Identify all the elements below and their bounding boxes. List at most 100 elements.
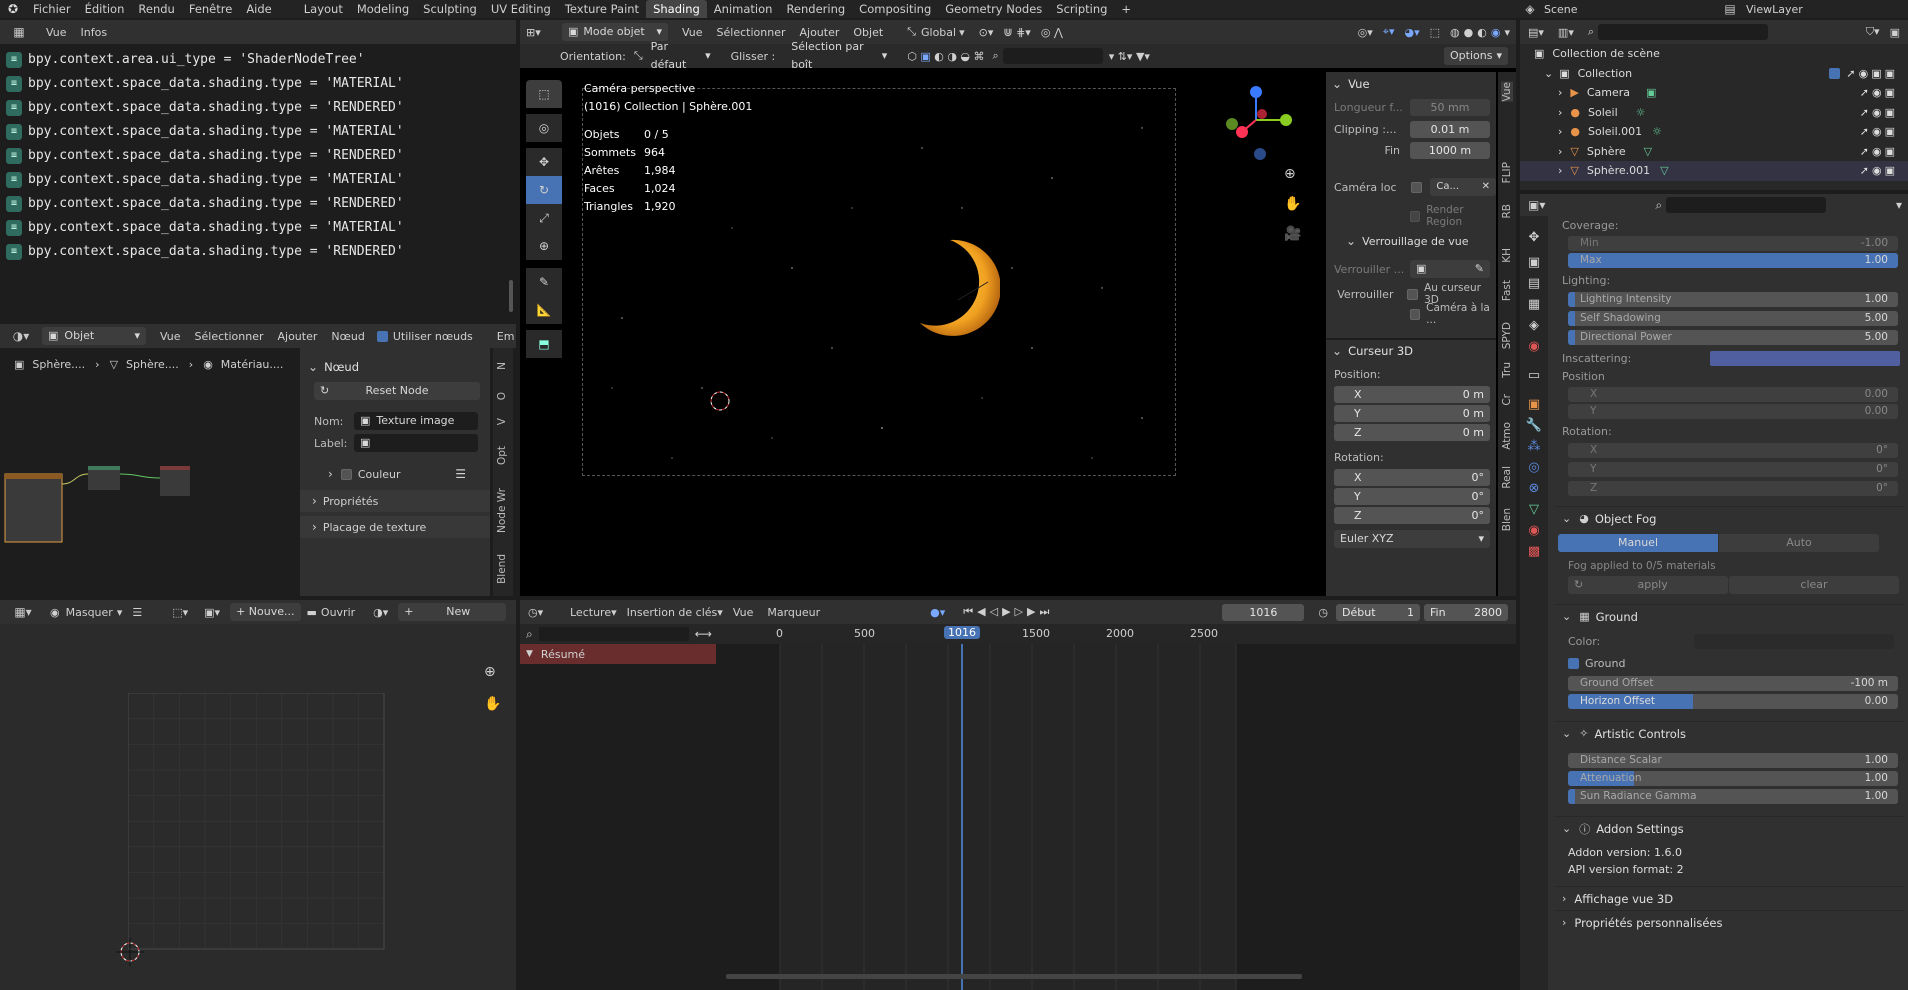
info-menu-view[interactable]: Vue	[46, 26, 67, 39]
tab-fast[interactable]: Fast	[1501, 280, 1513, 301]
cursor-x-field[interactable]: X0 m	[1334, 386, 1490, 403]
move-tool-icon[interactable]: ✥	[526, 148, 562, 176]
camera-view-icon[interactable]: 🎥	[1284, 226, 1301, 242]
editor-type-icon[interactable]: ▣▾	[1528, 198, 1545, 212]
tab-blend[interactable]: Blend	[496, 554, 508, 584]
tab-blen[interactable]: Blen	[1501, 508, 1513, 531]
outliner-item-sphere[interactable]: › ▽ Sphère ▽ ➚◉▣	[1520, 142, 1908, 162]
transform-tool-icon[interactable]: ⊕	[526, 232, 562, 260]
outliner-item-camera[interactable]: › ▶ Camera ▣ ➚◉▣	[1520, 83, 1908, 103]
new-collection-icon[interactable]: ▣	[1890, 26, 1900, 39]
color-panel-header[interactable]: › Couleur ☰	[300, 464, 490, 484]
view-lock-header[interactable]: ⌄ Verrouillage de vue	[1326, 230, 1496, 252]
tab-view[interactable]: Vue	[1501, 82, 1513, 102]
inscattering-color[interactable]	[1710, 350, 1900, 366]
timeline-menu-view[interactable]: Vue	[733, 606, 754, 619]
shading-rendered-icon[interactable]: ◉	[1491, 26, 1501, 39]
filter-icon[interactable]: ⛉▾	[1866, 25, 1880, 39]
tool-tab-icon[interactable]: ✥	[1520, 230, 1548, 245]
lock-camera-checkbox[interactable]	[1410, 308, 1421, 320]
new-image-button[interactable]: + Nouve...	[230, 603, 301, 621]
outliner-item-sun[interactable]: › ● Soleil ☼ ➚◉▣	[1520, 103, 1908, 123]
mask-browse-icon[interactable]: ◑▾	[373, 606, 388, 619]
menu-help[interactable]: Aide	[239, 0, 278, 18]
tab-o[interactable]: O	[496, 392, 508, 400]
list-icon[interactable]: ☰	[455, 467, 466, 481]
scale-tool-icon[interactable]: ⤢	[526, 204, 562, 232]
select-box-tool-icon[interactable]: ⬚	[526, 80, 562, 108]
tab-node-wrangler[interactable]: Node Wr	[496, 488, 508, 533]
log-line[interactable]: ≡ bpy.context.space_data.shading.type = '…	[0, 240, 516, 264]
texture-mapping-header[interactable]: › Placage de texture	[300, 516, 490, 538]
tab-compositing[interactable]: Compositing	[852, 0, 938, 18]
pivot-icon[interactable]: ⬚▾	[172, 606, 188, 619]
editor-type-icon[interactable]: ▦	[8, 25, 30, 39]
options-dropdown-icons[interactable]: ▾ ⇅▾ ▼▾	[1109, 50, 1150, 63]
cursor-rot-y-field[interactable]: Y 0°	[1334, 488, 1490, 505]
editor-type-icon[interactable]: ◑▾	[8, 329, 34, 343]
shading-wireframe-icon[interactable]: ◍	[1450, 26, 1460, 39]
timeline-search-field[interactable]	[538, 627, 689, 641]
2d-cursor-icon[interactable]	[116, 938, 144, 966]
3d-cursor-icon[interactable]	[708, 389, 732, 413]
tab-texture-paint[interactable]: Texture Paint	[558, 0, 646, 18]
addon-settings-panel-header[interactable]: ⌄ ⓘ Addon Settings	[1554, 816, 1904, 840]
pivot-icon[interactable]: ⊙▾	[979, 26, 994, 39]
tool-search-field[interactable]	[1002, 48, 1103, 64]
collection-tab-icon[interactable]: ▭	[1520, 368, 1548, 383]
material-tab-icon[interactable]: ◉	[1520, 523, 1548, 538]
directional-power-slider[interactable]: Directional Power 5.00	[1568, 330, 1898, 345]
rotation-z-slider[interactable]: Z 0°	[1568, 481, 1898, 496]
lighting-intensity-slider[interactable]: Lighting Intensity 1.00	[1568, 292, 1898, 307]
pin-icon[interactable]: ▾	[1896, 198, 1902, 212]
tab-spyd[interactable]: SPYD	[1501, 322, 1513, 349]
editor-type-icon[interactable]: ⊞▾	[526, 26, 556, 39]
cursor-panel-header[interactable]: ⌄ Curseur 3D	[1326, 338, 1496, 362]
eyedropper-icon[interactable]: ✎	[1475, 260, 1484, 278]
start-frame-field[interactable]: Début 1	[1336, 603, 1420, 621]
options-button[interactable]: Options ▾	[1444, 47, 1508, 65]
rotation-x-slider[interactable]: X 0°	[1568, 443, 1898, 458]
node-menu-view[interactable]: Vue	[160, 330, 181, 343]
tab-cr[interactable]: Cr	[1501, 394, 1513, 406]
restrict-icons[interactable]: ➚◉▣	[1860, 145, 1898, 158]
node-panel-header[interactable]: ⌄ Nœud	[300, 354, 490, 380]
add-workspace-icon[interactable]: +	[1114, 0, 1138, 18]
camera-lock-checkbox[interactable]	[1411, 181, 1423, 193]
scene-selector[interactable]: ◈ Scene	[1520, 0, 1670, 18]
constraints-tab-icon[interactable]: ⊗	[1520, 481, 1548, 496]
coverage-min-slider[interactable]: Min -1.00	[1568, 236, 1898, 251]
tab-modeling[interactable]: Modeling	[350, 0, 416, 18]
horizon-offset-slider[interactable]: Horizon Offset 0.00	[1568, 694, 1898, 709]
snap-icon[interactable]: ⋓ ⋕▾	[1003, 26, 1030, 39]
editor-type-icon[interactable]: ▤▾	[1528, 26, 1544, 39]
menu-window[interactable]: Fenêtre	[182, 0, 239, 18]
record-icon[interactable]: ●▾	[930, 606, 945, 619]
lock-cursor-checkbox[interactable]	[1407, 288, 1419, 300]
ground-color[interactable]	[1694, 633, 1894, 649]
tab-scripting[interactable]: Scripting	[1049, 0, 1114, 18]
object-fog-panel-header[interactable]: ⌄ ◕ Object Fog	[1554, 506, 1904, 530]
timeline-menu-marker[interactable]: Marqueur	[767, 606, 820, 619]
object-type-dropdown[interactable]: ▣ Objet ▾	[42, 327, 146, 345]
tab-layout[interactable]: Layout	[297, 0, 350, 18]
node-menu-add[interactable]: Ajouter	[278, 330, 318, 343]
rotation-mode-dropdown[interactable]: Euler XYZ ▾	[1334, 530, 1490, 548]
log-line[interactable]: ≡ bpy.context.space_data.shading.type = '…	[0, 120, 516, 144]
distance-scalar-slider[interactable]: Distance Scalar 1.00	[1568, 753, 1898, 768]
log-line[interactable]: ≡ bpy.context.space_data.shading.type = '…	[0, 192, 516, 216]
cursor-rot-z-field[interactable]: Z 0°	[1334, 507, 1490, 524]
vp-menu-view[interactable]: Vue	[682, 26, 703, 39]
uv-grid[interactable]	[128, 693, 388, 953]
outliner-item-sun-001[interactable]: › ● Soleil.001 ☼ ➚◉▣	[1520, 122, 1908, 142]
attenuation-slider[interactable]: Attenuation 1.00	[1568, 771, 1898, 786]
tab-atmo[interactable]: Atmo	[1501, 422, 1513, 450]
vp-menu-object[interactable]: Objet	[853, 26, 883, 39]
orientation-dropdown[interactable]: Par défaut ▾	[645, 40, 717, 71]
data-tab-icon[interactable]: ▽	[1520, 502, 1548, 517]
moon[interactable]	[910, 238, 1000, 338]
rotation-y-slider[interactable]: Y 0°	[1568, 462, 1898, 477]
tab-real[interactable]: Real	[1501, 466, 1513, 489]
object-tab-icon[interactable]: ▣	[1520, 397, 1548, 412]
outliner-search-field[interactable]	[1598, 24, 1769, 40]
